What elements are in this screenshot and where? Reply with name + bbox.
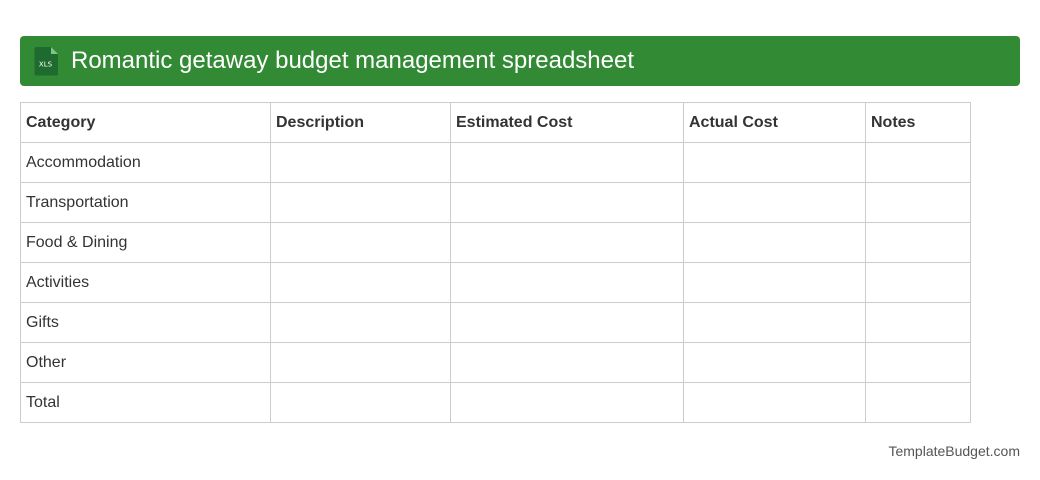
estimated-cost-cell[interactable] (450, 342, 684, 383)
notes-cell[interactable] (865, 142, 971, 183)
description-cell[interactable] (270, 142, 451, 183)
description-cell[interactable] (270, 302, 451, 343)
table-row: Transportation (20, 182, 971, 223)
estimated-cost-cell[interactable] (450, 262, 684, 303)
notes-cell[interactable] (865, 382, 971, 423)
xls-file-icon: XLS (34, 47, 58, 76)
estimated-cost-cell[interactable] (450, 182, 684, 223)
column-header-actual-cost: Actual Cost (683, 102, 866, 143)
table-header-row: Category Description Estimated Cost Actu… (20, 102, 971, 143)
actual-cost-cell[interactable] (683, 222, 866, 263)
actual-cost-cell[interactable] (683, 262, 866, 303)
xls-icon-label: XLS (39, 61, 53, 69)
category-cell[interactable]: Gifts (20, 302, 271, 343)
category-cell[interactable]: Food & Dining (20, 222, 271, 263)
actual-cost-cell[interactable] (683, 142, 866, 183)
column-header-description: Description (270, 102, 451, 143)
description-cell[interactable] (270, 222, 451, 263)
table-row: Accommodation (20, 142, 971, 183)
table-row: Food & Dining (20, 222, 971, 263)
estimated-cost-cell[interactable] (450, 382, 684, 423)
description-cell[interactable] (270, 342, 451, 383)
description-cell[interactable] (270, 382, 451, 423)
description-cell[interactable] (270, 262, 451, 303)
notes-cell[interactable] (865, 342, 971, 383)
actual-cost-cell[interactable] (683, 182, 866, 223)
estimated-cost-cell[interactable] (450, 222, 684, 263)
estimated-cost-cell[interactable] (450, 302, 684, 343)
page-title: Romantic getaway budget management sprea… (71, 47, 635, 74)
footer-brand: TemplateBudget.com (888, 443, 1020, 459)
table-row: Gifts (20, 302, 971, 343)
estimated-cost-cell[interactable] (450, 142, 684, 183)
category-cell[interactable]: Other (20, 342, 271, 383)
category-cell[interactable]: Accommodation (20, 142, 271, 183)
column-header-estimated-cost: Estimated Cost (450, 102, 684, 143)
category-cell[interactable]: Total (20, 382, 271, 423)
notes-cell[interactable] (865, 262, 971, 303)
column-header-notes: Notes (865, 102, 971, 143)
category-cell[interactable]: Activities (20, 262, 271, 303)
column-header-category: Category (20, 102, 271, 143)
table-row: Total (20, 382, 971, 423)
title-banner: XLS Romantic getaway budget management s… (20, 36, 1020, 86)
actual-cost-cell[interactable] (683, 342, 866, 383)
budget-table: Category Description Estimated Cost Actu… (20, 102, 971, 423)
notes-cell[interactable] (865, 182, 971, 223)
table-row: Activities (20, 262, 971, 303)
actual-cost-cell[interactable] (683, 382, 866, 423)
table-row: Other (20, 342, 971, 383)
category-cell[interactable]: Transportation (20, 182, 271, 223)
description-cell[interactable] (270, 182, 451, 223)
notes-cell[interactable] (865, 222, 971, 263)
notes-cell[interactable] (865, 302, 971, 343)
actual-cost-cell[interactable] (683, 302, 866, 343)
